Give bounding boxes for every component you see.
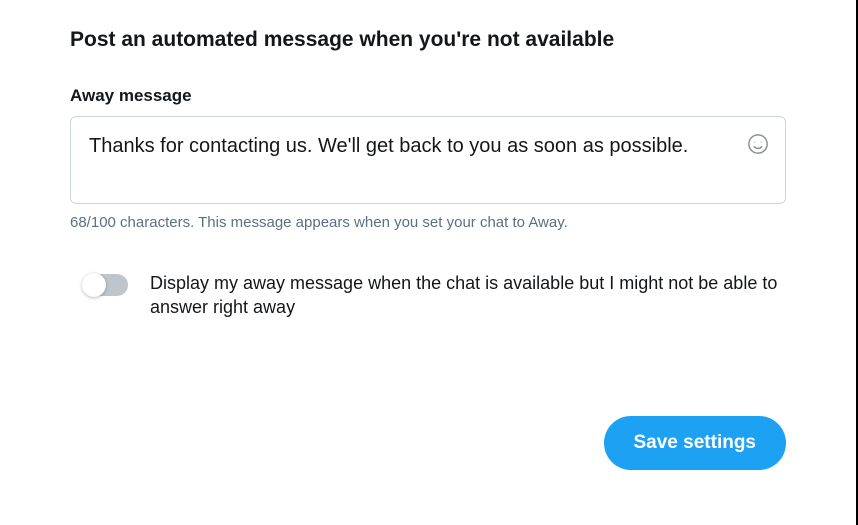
display-when-available-label: Display my away message when the chat is… xyxy=(150,271,786,320)
away-message-field-wrap: Thanks for contacting us. We'll get back… xyxy=(70,116,786,204)
page-title: Post an automated message when you're no… xyxy=(70,28,786,52)
away-message-input[interactable]: Thanks for contacting us. We'll get back… xyxy=(89,133,729,160)
toggle-knob xyxy=(82,273,106,297)
save-settings-button[interactable]: Save settings xyxy=(604,416,787,470)
away-message-label: Away message xyxy=(70,86,786,106)
emoji-icon xyxy=(747,133,769,155)
display-when-available-row: Display my away message when the chat is… xyxy=(70,271,786,320)
emoji-picker-button[interactable] xyxy=(745,131,771,157)
display-when-available-toggle[interactable] xyxy=(84,274,128,296)
away-message-helper-text: 68/100 characters. This message appears … xyxy=(70,214,786,231)
